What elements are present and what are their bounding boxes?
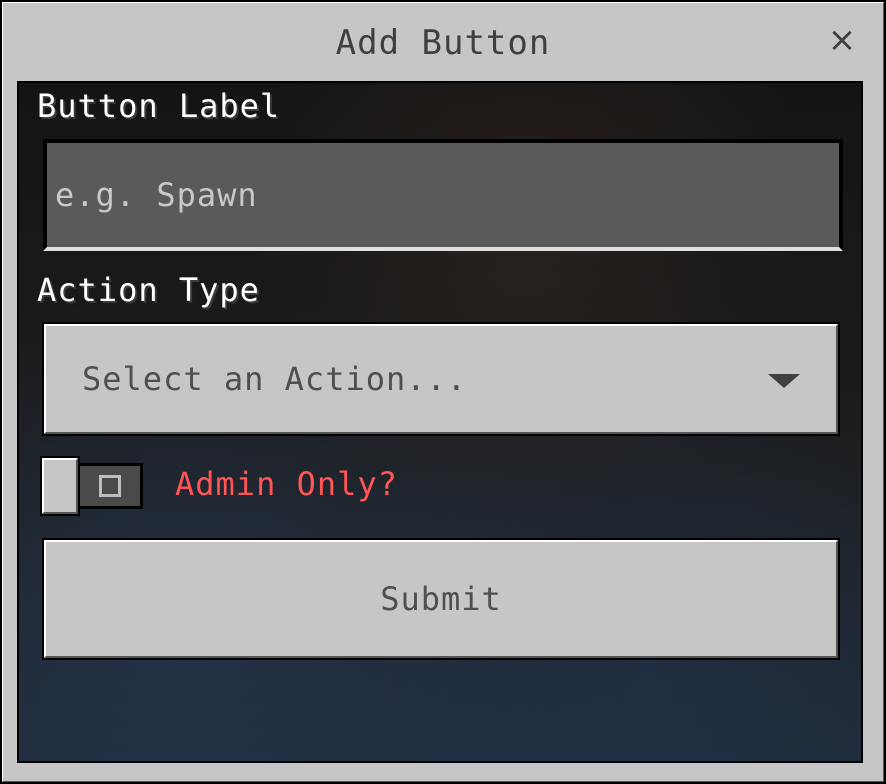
action-type-heading: Action Type xyxy=(37,271,260,309)
submit-button[interactable]: Submit xyxy=(42,538,840,660)
action-type-selected: Select an Action... xyxy=(82,360,468,398)
dialog-titlebar: Add Button × xyxy=(3,3,883,81)
dialog-title: Add Button xyxy=(335,23,551,63)
admin-only-label: Admin Only? xyxy=(175,465,398,503)
button-label-placeholder: e.g. Spawn xyxy=(55,176,258,214)
toggle-knob[interactable] xyxy=(40,456,80,516)
add-button-dialog: Add Button × Button Label e.g. Spawn Act… xyxy=(0,0,886,784)
chevron-down-icon xyxy=(768,374,800,388)
button-label-input[interactable]: e.g. Spawn xyxy=(43,139,843,251)
form-content: Button Label e.g. Spawn Action Type Sele… xyxy=(17,81,863,763)
button-label-heading: Button Label xyxy=(37,87,281,125)
close-icon[interactable]: × xyxy=(827,23,857,57)
action-type-dropdown[interactable]: Select an Action... xyxy=(42,322,840,436)
toggle-off-icon xyxy=(99,475,121,497)
admin-only-toggle[interactable] xyxy=(40,456,145,516)
